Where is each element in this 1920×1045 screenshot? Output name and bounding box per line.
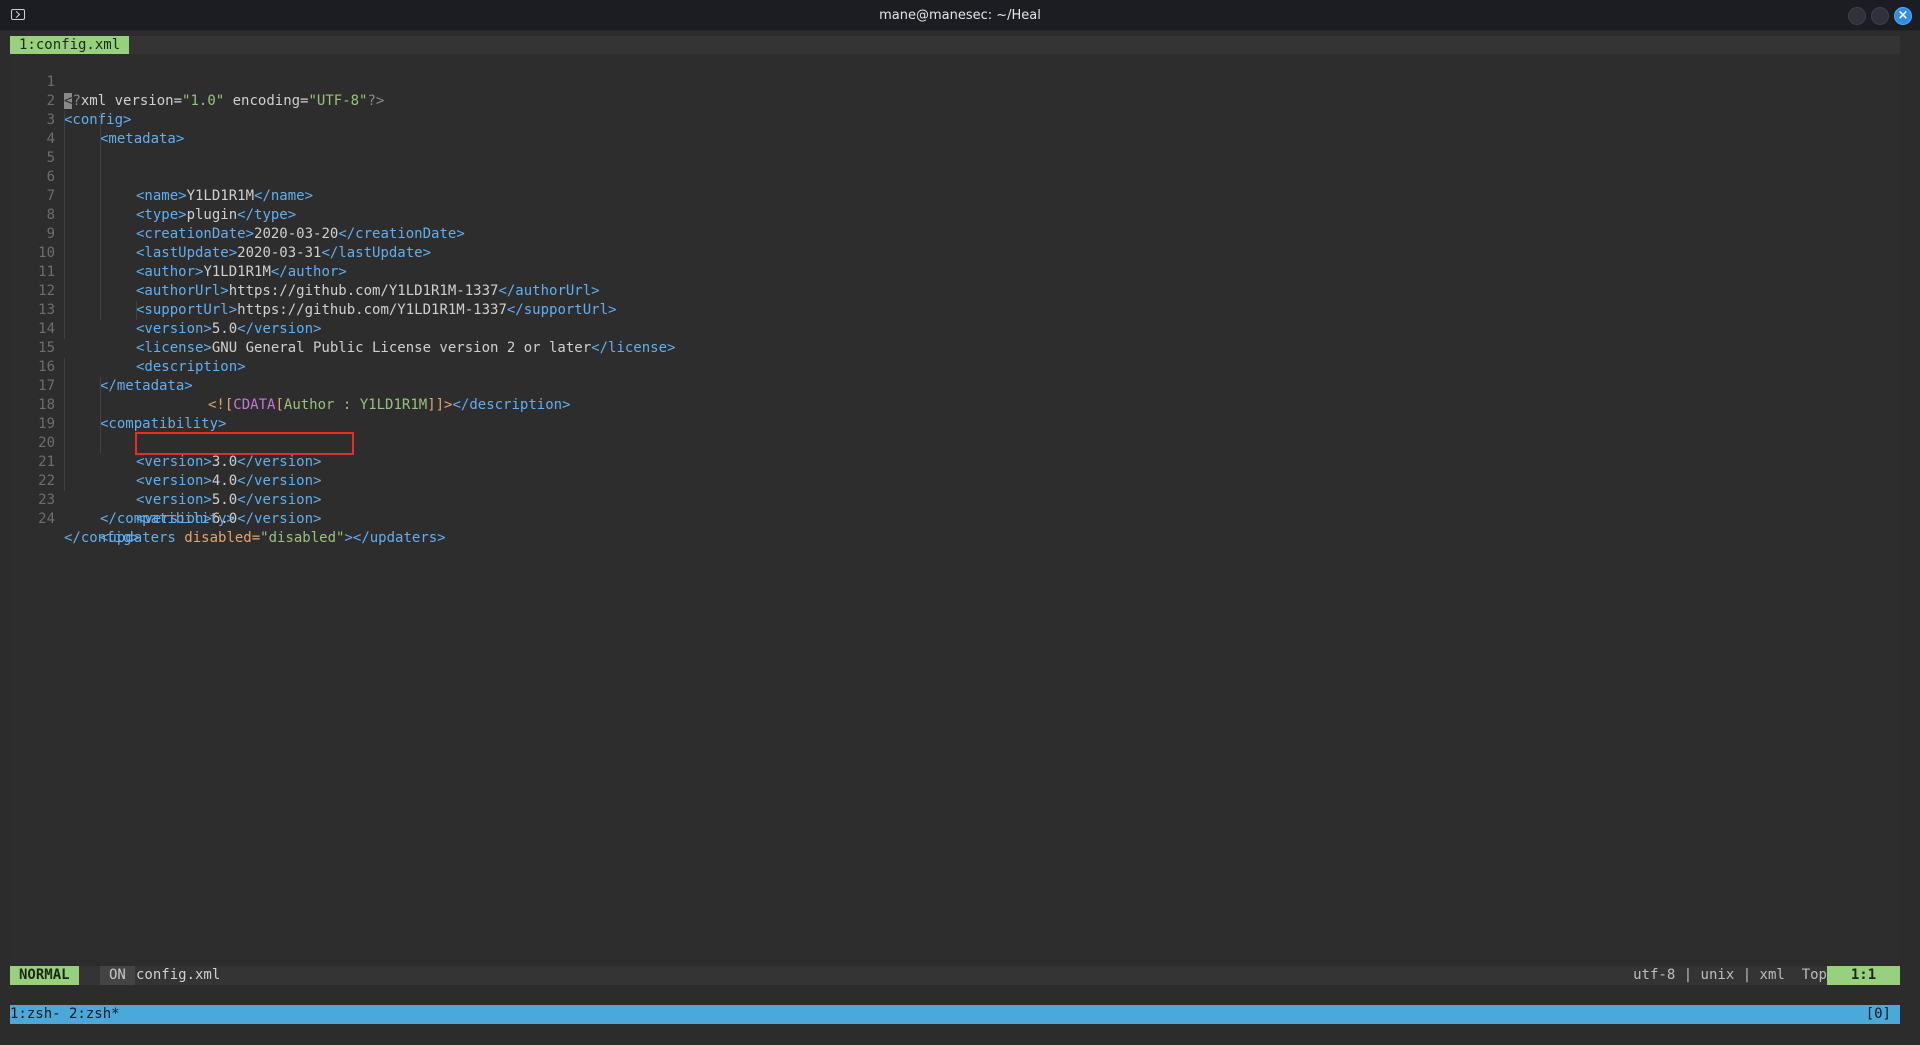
- tab-config-xml[interactable]: 1:config.xml: [10, 36, 130, 54]
- indent-guide: [100, 149, 101, 168]
- indent-guide: [64, 415, 65, 434]
- indent-guide: [100, 282, 101, 301]
- code-line: 12 <license>GNU General Public License v…: [10, 263, 1900, 356]
- indent-guide: [100, 168, 101, 187]
- indent-guide: [64, 453, 65, 472]
- tmux-session: [0]: [1865, 1006, 1891, 1022]
- indent-guide: [64, 187, 65, 206]
- indent-guide: [64, 377, 65, 396]
- window-title: mane@manesec: ~/Heal: [879, 8, 1041, 23]
- indent-guide: [64, 396, 65, 415]
- indent-guide: [64, 244, 65, 263]
- code-line: 8 <author>Y1LD1R1M</author>: [10, 187, 1900, 280]
- indent-guide: [136, 301, 137, 320]
- code-line: 23 <updaters disabled="disabled"></updat…: [10, 472, 1900, 546]
- indent-guide: [64, 282, 65, 301]
- indent-guide: [64, 434, 65, 453]
- code-line: 9 <authorUrl>https://github.com/Y1LD1R1M…: [10, 206, 1900, 299]
- code-line: 2 <config>: [10, 73, 1900, 128]
- indent-guide: [100, 244, 101, 263]
- indent-guide: [64, 111, 65, 130]
- indent-guide: [100, 396, 101, 415]
- indent-guide: [64, 263, 65, 282]
- indent-guide: [100, 225, 101, 244]
- indent-guide: [100, 301, 101, 320]
- code-line: 19 <version>4.0</version>: [10, 396, 1900, 489]
- indent-guide: [64, 358, 65, 377]
- code-line: 1 <?xml version="1.0" encoding="UTF-8"?>: [10, 54, 1900, 109]
- indent-guide: [100, 415, 101, 434]
- indent-guide: [64, 149, 65, 168]
- cursor-position: 1:1: [1827, 966, 1900, 985]
- file-info: utf-8 | unix | xml Top: [1633, 967, 1827, 983]
- statusline-filename: config.xml: [136, 967, 221, 983]
- indent-guide: [64, 168, 65, 187]
- indent-guide: [100, 263, 101, 282]
- tmux-window-list[interactable]: 1:zsh- 2:zsh*: [10, 1005, 120, 1024]
- indent-guide: [64, 225, 65, 244]
- close-button[interactable]: ×: [1894, 7, 1912, 25]
- code-line: 22 </compatibility>: [10, 453, 1900, 527]
- indent-guide: [100, 206, 101, 225]
- indent-guide: [64, 320, 65, 339]
- code-line: 17 <compatibility>: [10, 358, 1900, 432]
- indent-guide: [100, 434, 101, 453]
- code-line: 4 <name>Y1LD1R1M</name>: [10, 111, 1900, 204]
- code-line: 18 <version>3.0</version>: [10, 377, 1900, 470]
- titlebar: mane@manesec: ~/Heal ×: [0, 0, 1920, 31]
- code-content: </compatibility>: [100, 511, 235, 527]
- code-line: 16: [10, 339, 1900, 375]
- indent-guide: [100, 377, 101, 396]
- code-line: 24 </config>: [10, 491, 1900, 546]
- code-line: 6 <creationDate>2020-03-20</creationDate…: [10, 149, 1900, 242]
- line-number: 24: [38, 511, 55, 527]
- indent-guide: [100, 187, 101, 206]
- code-line: 3 <metadata>: [10, 92, 1900, 147]
- paste-indicator: ON: [100, 966, 135, 985]
- vim-statusline: NORMAL ON config.xml utf-8 | unix | xml …: [10, 966, 1900, 985]
- code-content: <updaters disabled="disabled"></updaters…: [100, 530, 446, 546]
- indent-guide: [100, 111, 101, 130]
- highlight-box: [135, 432, 354, 455]
- code-line: 13 <description>: [10, 282, 1900, 375]
- indent-guide: [64, 206, 65, 225]
- mode-indicator: NORMAL: [10, 966, 79, 985]
- maximize-button[interactable]: [1871, 7, 1889, 25]
- code-line: 10 <supportUrl>https://github.com/Y1LD1R…: [10, 225, 1900, 318]
- minimize-button[interactable]: [1848, 7, 1866, 25]
- vim-tabline: 1:config.xml: [10, 36, 1900, 54]
- code-line: 7 <lastUpdate>2020-03-31</lastUpdate>: [10, 168, 1900, 261]
- terminal-window: mane@manesec: ~/Heal × 1:config.xml 1 <?…: [0, 0, 1920, 1045]
- code-content: </config>: [64, 530, 140, 546]
- indent-guide: [64, 130, 65, 149]
- indent-guide: [64, 472, 65, 491]
- code-editor[interactable]: 1 <?xml version="1.0" encoding="UTF-8"?>…: [10, 54, 1900, 964]
- tmux-statusbar: 1:zsh- 2:zsh* [0]: [10, 1005, 1900, 1024]
- indent-guide: [64, 301, 65, 320]
- code-line: 11 <version>5.0</version>: [10, 244, 1900, 337]
- code-line: 15 </metadata>: [10, 320, 1900, 394]
- indent-guide: [100, 130, 101, 149]
- code-line: 5 <type>plugin</type>: [10, 130, 1900, 223]
- code-line: 14 <![CDATA[Author : Y1LD1R1M]]></descri…: [10, 301, 1900, 413]
